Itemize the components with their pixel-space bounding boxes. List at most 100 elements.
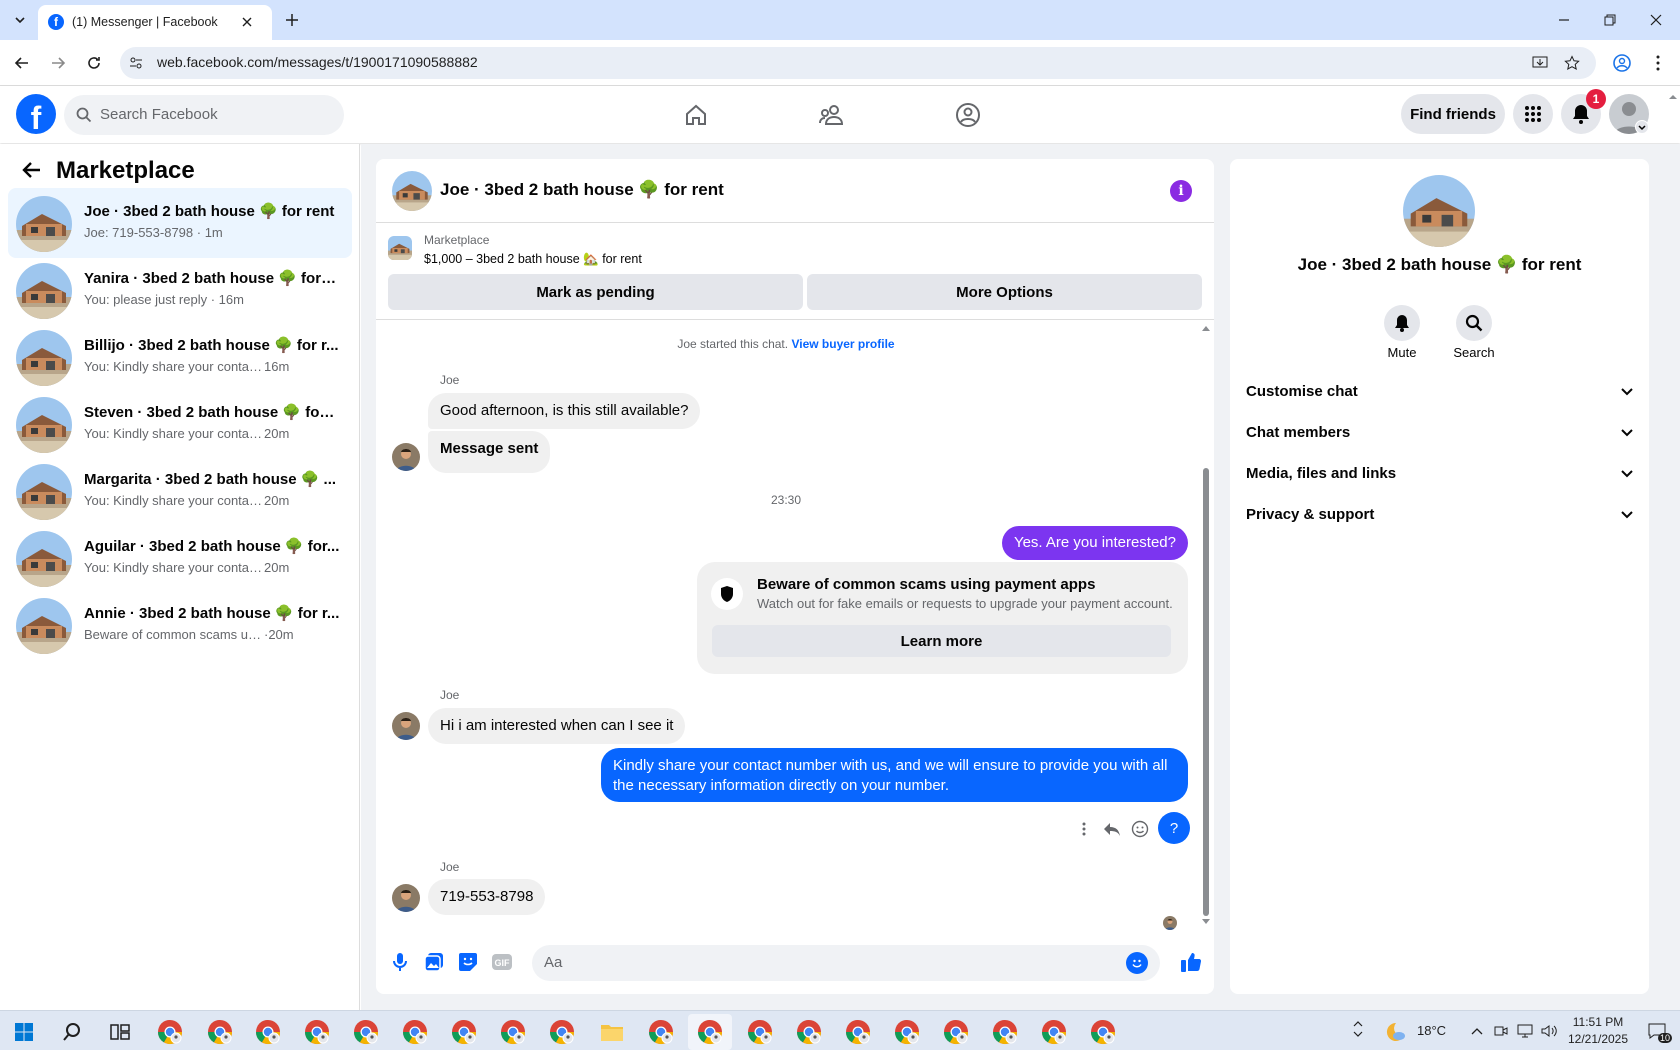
message-input[interactable]: Aa bbox=[532, 945, 1160, 981]
scroll-down-icon[interactable] bbox=[1201, 918, 1211, 926]
outgoing-message[interactable]: Kindly share your contact number with us… bbox=[601, 748, 1188, 802]
mute-bell-icon[interactable] bbox=[1384, 305, 1420, 341]
conversation-item[interactable]: Yanira · 3bed 2 bath house 🌳 for r... You… bbox=[8, 255, 352, 325]
tray-up-icon[interactable] bbox=[1348, 1019, 1368, 1039]
friends-nav-icon[interactable] bbox=[806, 94, 858, 136]
details-section-customise-chat[interactable]: Customise chat bbox=[1246, 371, 1634, 411]
profile-icon[interactable] bbox=[1610, 51, 1634, 75]
like-thumb-icon[interactable] bbox=[1178, 949, 1204, 975]
chrome-taskbar-icon[interactable] bbox=[1041, 1019, 1067, 1045]
chat-listing-avatar[interactable] bbox=[392, 171, 432, 211]
chat-title[interactable]: Joe · 3bed 2 bath house 🌳 for rent bbox=[440, 180, 724, 200]
view-buyer-profile-link[interactable]: View buyer profile bbox=[791, 337, 894, 351]
home-nav-icon[interactable] bbox=[670, 94, 722, 136]
details-avatar[interactable] bbox=[1403, 175, 1475, 247]
meet-icon[interactable] bbox=[1492, 1021, 1510, 1041]
conversation-item[interactable]: Joe · 3bed 2 bath house 🌳 for rent Joe: 7… bbox=[8, 188, 352, 258]
help-button[interactable]: ? bbox=[1158, 812, 1190, 844]
chrome-taskbar-icon[interactable] bbox=[207, 1019, 233, 1045]
back-icon[interactable] bbox=[10, 51, 34, 75]
browser-tab[interactable]: f (1) Messenger | Facebook bbox=[38, 5, 272, 40]
mute-label[interactable]: Mute bbox=[1362, 345, 1442, 360]
info-icon[interactable]: i bbox=[1170, 180, 1192, 202]
incoming-message[interactable]: Good afternoon, is this still available? bbox=[428, 393, 701, 429]
back-arrow-icon[interactable] bbox=[20, 158, 44, 182]
chrome-taskbar-icon[interactable] bbox=[157, 1019, 183, 1045]
network-icon[interactable] bbox=[1516, 1021, 1534, 1041]
chrome-taskbar-icon[interactable] bbox=[451, 1019, 477, 1045]
reply-icon[interactable] bbox=[1102, 819, 1122, 839]
install-app-icon[interactable] bbox=[1530, 53, 1550, 73]
minimize-icon[interactable] bbox=[1552, 8, 1576, 32]
volume-icon[interactable] bbox=[1540, 1021, 1558, 1041]
incoming-message[interactable]: Hi i am interested when can I see it bbox=[428, 708, 686, 744]
incoming-message[interactable]: 719-553-8798 bbox=[428, 879, 546, 915]
clock-date[interactable]: 12/21/2025 bbox=[1564, 1032, 1632, 1046]
react-emoji-icon[interactable] bbox=[1130, 819, 1150, 839]
search-chat-icon[interactable] bbox=[1456, 305, 1492, 341]
listing-detail[interactable]: $1,000 – 3bed 2 bath house 🏡 for rent bbox=[424, 252, 642, 267]
facebook-logo-icon[interactable]: f bbox=[16, 94, 56, 136]
url-bar[interactable]: web.facebook.com/messages/t/190017109058… bbox=[120, 47, 1596, 79]
conversation-item[interactable]: Margarita · 3bed 2 bath house 🌳 ... You: … bbox=[8, 456, 352, 526]
chrome-taskbar-icon[interactable] bbox=[992, 1019, 1018, 1045]
chrome-taskbar-icon[interactable] bbox=[796, 1019, 822, 1045]
conversation-item[interactable]: Steven · 3bed 2 bath house 🌳 for ... You:… bbox=[8, 389, 352, 459]
more-actions-icon[interactable] bbox=[1074, 819, 1094, 839]
clock-time[interactable]: 11:51 PM bbox=[1568, 1015, 1628, 1029]
chrome-taskbar-icon[interactable] bbox=[549, 1019, 575, 1045]
page-scrollbar[interactable] bbox=[1666, 86, 1680, 143]
forward-icon[interactable] bbox=[46, 51, 70, 75]
details-section-privacy-support[interactable]: Privacy & support bbox=[1246, 494, 1634, 534]
close-tab-icon[interactable] bbox=[238, 13, 256, 31]
conversation-item[interactable]: Aguilar · 3bed 2 bath house 🌳 for... You:… bbox=[8, 523, 352, 593]
chrome-taskbar-icon[interactable] bbox=[697, 1019, 723, 1045]
details-section-chat-members[interactable]: Chat members bbox=[1246, 412, 1634, 452]
emoji-icon[interactable] bbox=[1126, 952, 1148, 974]
reload-icon[interactable] bbox=[82, 51, 106, 75]
chrome-taskbar-icon[interactable] bbox=[402, 1019, 428, 1045]
listing-thumbnail[interactable] bbox=[388, 236, 412, 260]
browser-menu-icon[interactable] bbox=[1646, 51, 1670, 75]
learn-more-button[interactable]: Learn more bbox=[712, 625, 1171, 657]
groups-nav-icon[interactable] bbox=[942, 94, 994, 136]
task-view-icon[interactable] bbox=[106, 1019, 134, 1045]
notification-center-icon[interactable]: 10 bbox=[1642, 1019, 1672, 1043]
find-friends-button[interactable]: Find friends bbox=[1401, 94, 1505, 134]
chrome-taskbar-icon[interactable] bbox=[943, 1019, 969, 1045]
close-window-icon[interactable] bbox=[1644, 8, 1668, 32]
photo-icon[interactable] bbox=[422, 950, 446, 974]
sticker-icon[interactable] bbox=[456, 950, 480, 974]
details-section-media-files-and-links[interactable]: Media, files and links bbox=[1246, 453, 1634, 493]
site-settings-icon[interactable] bbox=[128, 55, 144, 71]
bookmark-star-icon[interactable] bbox=[1562, 53, 1582, 73]
chrome-taskbar-icon[interactable] bbox=[845, 1019, 871, 1045]
search-label[interactable]: Search bbox=[1434, 345, 1514, 360]
account-chevron-icon[interactable] bbox=[1635, 120, 1649, 134]
chrome-taskbar-icon[interactable] bbox=[500, 1019, 526, 1045]
mark-pending-button[interactable]: Mark as pending bbox=[388, 274, 803, 310]
incoming-message[interactable]: Message sent bbox=[428, 431, 551, 473]
sender-avatar[interactable] bbox=[392, 712, 420, 740]
new-tab-icon[interactable] bbox=[280, 8, 304, 32]
menu-grid-icon[interactable] bbox=[1513, 94, 1553, 134]
outgoing-message[interactable]: Yes. Are you interested? bbox=[1001, 526, 1188, 560]
conversation-item[interactable]: Annie · 3bed 2 bath house 🌳 for r... Bewa… bbox=[8, 590, 352, 660]
chat-scrollbar[interactable] bbox=[1201, 324, 1211, 924]
restore-icon[interactable] bbox=[1598, 8, 1622, 32]
tab-search-icon[interactable] bbox=[8, 8, 32, 32]
chrome-taskbar-icon[interactable] bbox=[894, 1019, 920, 1045]
microphone-icon[interactable] bbox=[388, 950, 412, 974]
chrome-taskbar-icon[interactable] bbox=[648, 1019, 674, 1045]
conversation-item[interactable]: Billijo · 3bed 2 bath house 🌳 for r... Yo… bbox=[8, 322, 352, 392]
sender-avatar[interactable] bbox=[392, 443, 420, 471]
chrome-taskbar-icon[interactable] bbox=[255, 1019, 281, 1045]
gif-icon[interactable]: GIF bbox=[490, 950, 514, 974]
sender-avatar[interactable] bbox=[392, 884, 420, 912]
chrome-taskbar-icon[interactable] bbox=[747, 1019, 773, 1045]
facebook-search-input[interactable]: Search Facebook bbox=[64, 95, 344, 135]
weather-moon-icon[interactable] bbox=[1382, 1019, 1408, 1045]
chrome-taskbar-icon[interactable] bbox=[304, 1019, 330, 1045]
taskbar-search-icon[interactable] bbox=[58, 1019, 86, 1045]
temperature[interactable]: 18°C bbox=[1417, 1023, 1446, 1038]
